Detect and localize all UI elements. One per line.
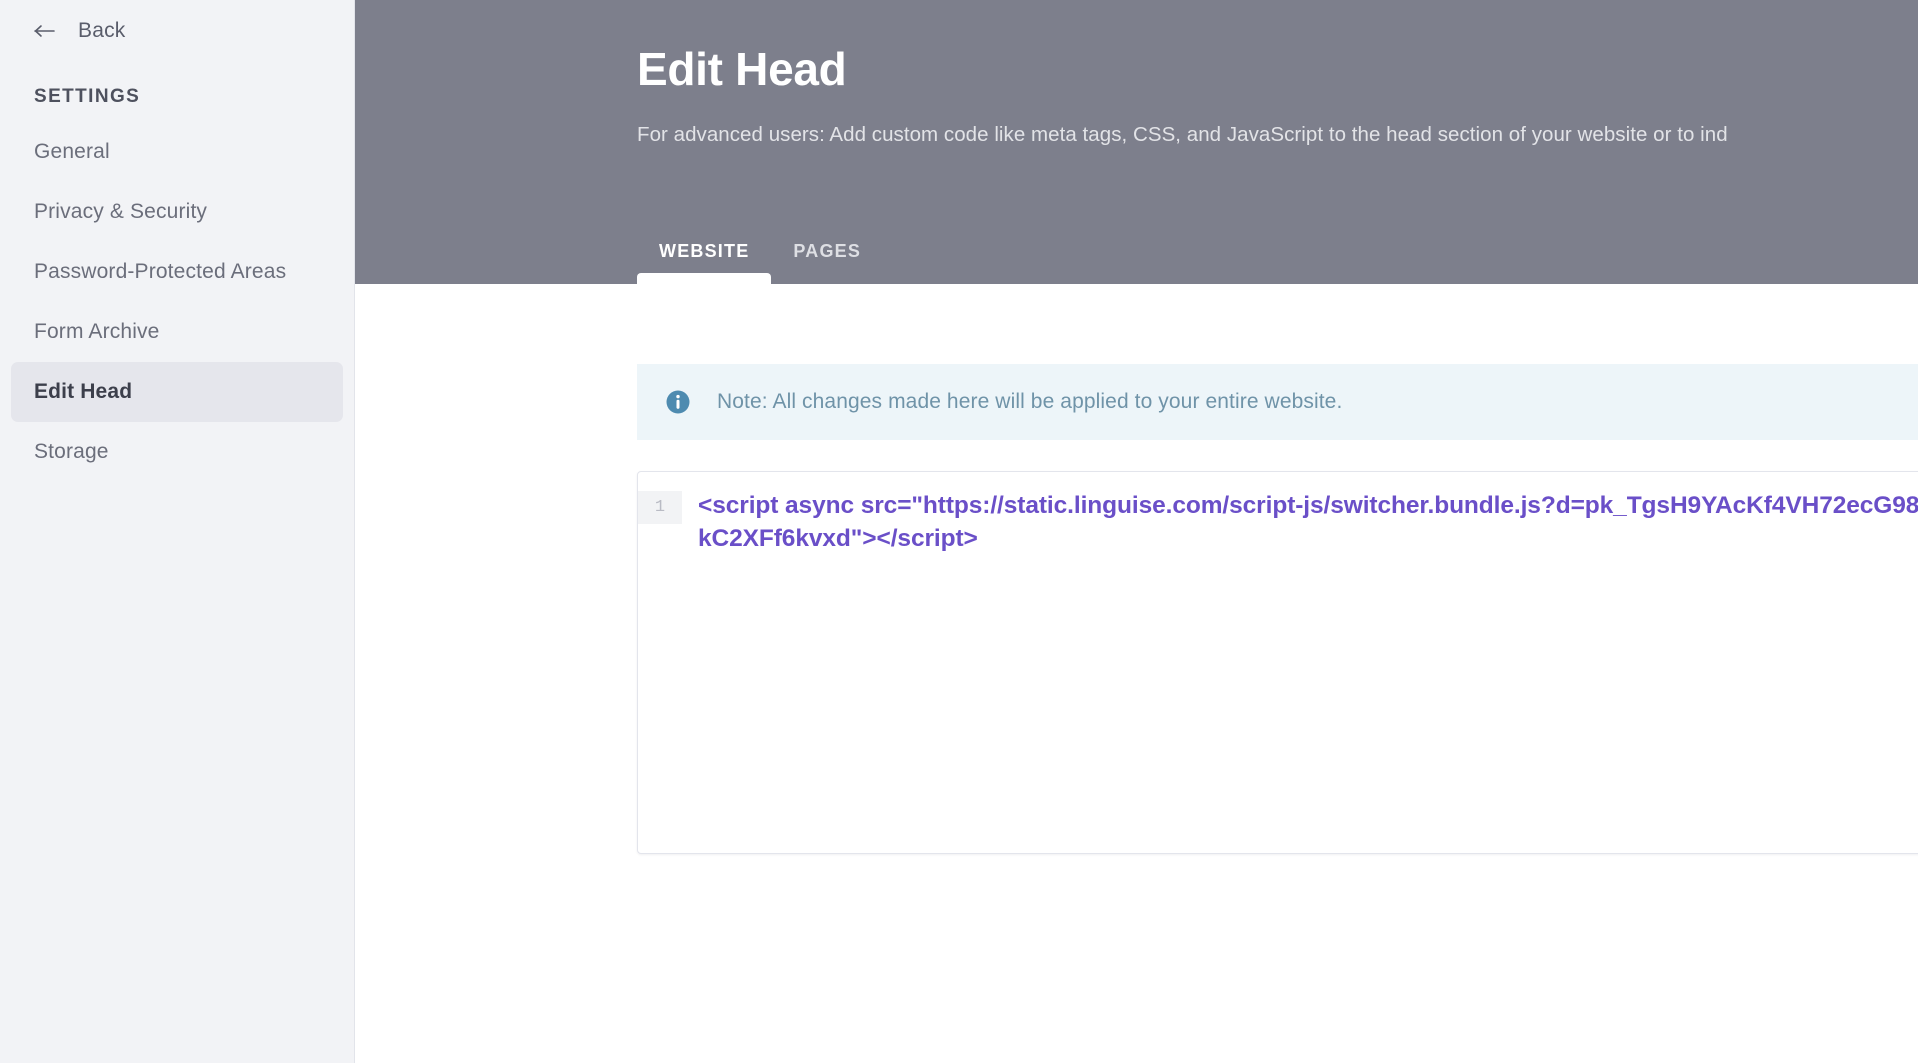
back-button[interactable]: Back	[0, 4, 354, 58]
info-notice-text: Note: All changes made here will be appl…	[717, 390, 1343, 413]
page-title: Edit Head	[637, 43, 847, 95]
code-editor[interactable]: 1 <script async src="https://static.ling…	[637, 471, 1918, 854]
line-number: 1	[638, 491, 682, 524]
info-icon	[665, 389, 691, 415]
arrow-left-icon	[34, 23, 56, 39]
sidebar-item-label: Password-Protected Areas	[34, 260, 287, 283]
sidebar-item-label: Privacy & Security	[34, 200, 208, 223]
editor-gutter: 1	[638, 472, 682, 853]
content-area: Note: All changes made here will be appl…	[355, 284, 1918, 1063]
sidebar-item-edit-head[interactable]: Edit Head	[11, 362, 343, 422]
tab-label: PAGES	[793, 241, 862, 261]
tab-label: WEBSITE	[659, 241, 750, 261]
sidebar-item-general[interactable]: General	[11, 122, 343, 182]
page-header: Edit Head For advanced users: Add custom…	[355, 0, 1918, 284]
sidebar-item-label: Form Archive	[34, 320, 160, 343]
main-panel: Edit Head For advanced users: Add custom…	[355, 0, 1918, 1063]
settings-page: Back SETTINGS General Privacy & Security…	[0, 0, 1918, 1063]
sidebar-item-privacy-security[interactable]: Privacy & Security	[11, 182, 343, 242]
info-notice: Note: All changes made here will be appl…	[637, 364, 1918, 440]
editor-code-area[interactable]: <script async src="https://static.lingui…	[682, 472, 1918, 853]
settings-sidebar: Back SETTINGS General Privacy & Security…	[0, 0, 355, 1063]
back-label: Back	[78, 19, 126, 42]
sidebar-item-label: Edit Head	[34, 380, 133, 403]
editor-code[interactable]: <script async src="https://static.lingui…	[698, 489, 1918, 555]
tab-pages[interactable]: PAGES	[771, 241, 883, 284]
sidebar-nav: General Privacy & Security Password-Prot…	[0, 122, 354, 482]
sidebar-item-password-protected-areas[interactable]: Password-Protected Areas	[11, 242, 343, 302]
sidebar-item-label: General	[34, 140, 110, 163]
sidebar-item-label: Storage	[34, 440, 109, 463]
sidebar-section-title: SETTINGS	[34, 86, 141, 107]
tab-website[interactable]: WEBSITE	[637, 241, 772, 284]
page-description: For advanced users: Add custom code like…	[637, 122, 1728, 146]
sidebar-item-storage[interactable]: Storage	[11, 422, 343, 482]
header-tabs: WEBSITE PAGES	[637, 214, 883, 284]
sidebar-item-form-archive[interactable]: Form Archive	[11, 302, 343, 362]
